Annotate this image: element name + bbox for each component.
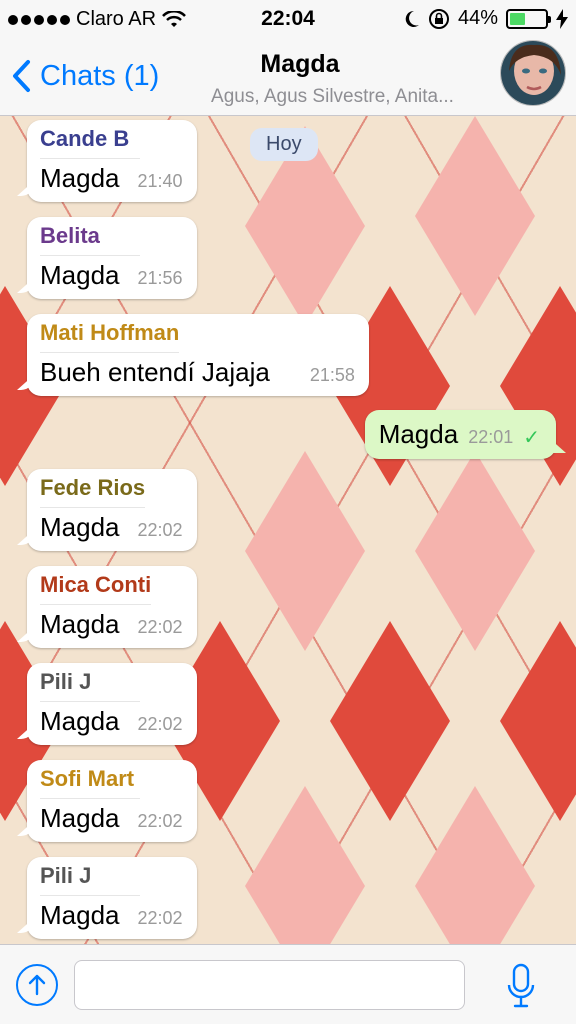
message-time: 22:02 [137,520,183,540]
attach-button[interactable] [16,964,58,1006]
charging-bolt-icon [556,8,568,29]
outgoing-message[interactable]: Magda 22:01 ✓ [364,410,556,459]
message-time: 21:56 [137,268,183,288]
message-time: 22:02 [137,714,183,734]
incoming-message[interactable]: Belita Magda 21:56 [27,217,197,299]
participants-list[interactable]: Agus, Agus Silvestre, Anita... [180,86,485,108]
moon-icon [405,10,419,27]
microphone-icon[interactable] [506,963,536,1009]
group-avatar[interactable] [500,40,566,106]
upload-arrow-icon [28,974,46,996]
message-time: 22:02 [137,908,183,928]
incoming-message[interactable]: Sofi Mart Magda 22:02 [27,760,197,842]
sender-name[interactable]: Mati Hoffman [40,320,180,353]
incoming-message[interactable]: Fede Rios Magda 22:02 [27,469,197,551]
background-pattern [415,786,535,944]
message-text: Magda [40,512,120,542]
message-time: 22:02 [137,811,183,831]
message-text: Bueh entendí Jajaja [40,357,270,387]
sender-name[interactable]: Cande B [40,126,140,159]
date-separator: Hoy [250,128,318,161]
status-right: 44% [402,7,568,30]
incoming-message[interactable]: Pili J Magda 22:02 [27,857,197,939]
message-time: 22:01 [468,427,514,447]
message-list[interactable]: Hoy Cande B Magda 21:40 Belita Magda 21:56… [0,116,576,944]
sender-name[interactable]: Mica Conti [40,572,152,605]
incoming-message[interactable]: Pili J Magda 22:02 [27,663,197,745]
incoming-message[interactable]: Cande B Magda 21:40 [27,120,197,202]
message-text: Magda [40,803,120,833]
sender-name[interactable]: Sofi Mart [40,766,140,799]
message-time: 22:02 [137,617,183,637]
message-time: 21:58 [309,365,355,385]
message-text: Magda [40,900,120,930]
back-button[interactable]: Chats (1) [10,58,159,94]
chat-header: Chats (1) Magda Agus, Agus Silvestre, An… [0,38,576,116]
battery-icon [506,8,551,29]
status-bar: Claro AR 22:04 44% [0,0,576,38]
message-text: Magda [40,706,120,736]
back-label: Chats (1) [40,59,160,92]
chat-title[interactable]: Magda [170,50,430,79]
check-icon: ✓ [523,427,540,449]
message-text: Magda [40,163,120,193]
message-input[interactable] [74,960,465,1010]
message-text: Magda [40,609,120,639]
message-time: 21:40 [137,171,183,191]
sender-name[interactable]: Fede Rios [40,475,146,508]
sender-name[interactable]: Pili J [40,669,140,702]
battery-percent: 44% [457,7,498,29]
rotation-lock-icon [428,8,449,29]
sender-name[interactable]: Belita [40,223,140,256]
incoming-message[interactable]: Mica Conti Magda 22:02 [27,566,197,648]
message-text: Magda [40,260,120,290]
composer-bar [0,944,576,1024]
message-text: Magda [378,419,459,449]
incoming-message[interactable]: Mati Hoffman Bueh entendí Jajaja 21:58 [27,314,369,396]
sender-name[interactable]: Pili J [40,863,140,896]
chevron-left-icon [13,60,30,92]
background-pattern [245,786,365,944]
